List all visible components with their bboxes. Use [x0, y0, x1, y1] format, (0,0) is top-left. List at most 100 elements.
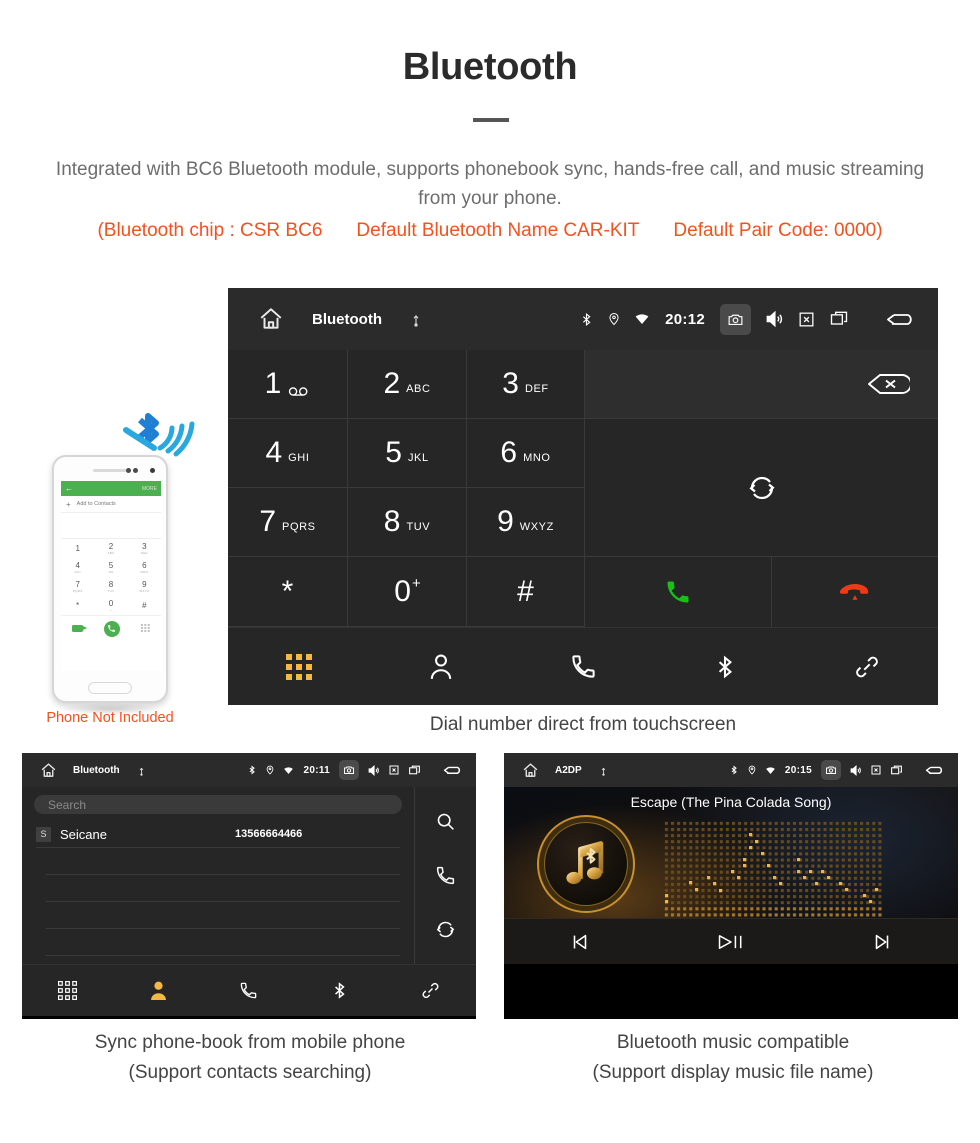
- dial-key-1[interactable]: 1: [228, 350, 348, 419]
- tab-dialpad[interactable]: [22, 981, 113, 1000]
- backspace-icon[interactable]: [866, 372, 910, 396]
- home-icon[interactable]: [258, 306, 284, 332]
- contact-initial-badge: S: [36, 826, 51, 842]
- dial-key-3[interactable]: 3 DEF: [467, 350, 585, 419]
- phone-hangup-icon: [839, 583, 871, 601]
- search-placeholder: Search: [48, 797, 87, 812]
- dial-key-6[interactable]: 6 MNO: [467, 419, 585, 488]
- phone-key: 5 JKL: [94, 558, 127, 577]
- volume-icon[interactable]: [367, 764, 380, 777]
- dial-key-star[interactable]: *: [228, 557, 348, 627]
- dial-key-letters: WXYZ: [519, 521, 554, 533]
- dial-key-hash[interactable]: #: [467, 557, 585, 627]
- skip-next-button[interactable]: [807, 931, 958, 953]
- dial-key-digit: 6: [500, 436, 518, 469]
- dial-key-9[interactable]: 9 WXYZ: [467, 488, 585, 557]
- phonebook-side-actions: [414, 787, 476, 964]
- bluetooth-icon: [579, 312, 594, 327]
- recents-icon[interactable]: [408, 764, 421, 777]
- phone-sensor2-icon: [133, 468, 138, 473]
- volume-icon[interactable]: [764, 309, 784, 329]
- phone-key-sub: ABC: [107, 550, 115, 555]
- back-icon[interactable]: [924, 762, 946, 778]
- dial-key-digit: 8: [383, 505, 401, 538]
- dial-key-digit: 4: [265, 436, 283, 469]
- phone-home-button: [88, 682, 132, 694]
- back-icon[interactable]: [442, 762, 464, 778]
- tab-dialpad[interactable]: [228, 653, 370, 680]
- tab-contacts[interactable]: [113, 980, 204, 1001]
- usb-icon: [408, 311, 424, 327]
- plus-icon: +: [66, 499, 71, 509]
- volume-icon[interactable]: [849, 764, 862, 777]
- dial-key-plus: +: [411, 575, 421, 592]
- wifi-icon: [634, 311, 650, 327]
- recents-icon[interactable]: [829, 309, 849, 329]
- phone-key-sub: WXYZ: [139, 588, 150, 593]
- phone-icon[interactable]: [435, 865, 456, 886]
- phone-key-num: 9: [142, 579, 147, 589]
- location-icon: [747, 765, 757, 775]
- dial-key-8[interactable]: 8 TUV: [348, 488, 467, 557]
- phone-key-sub: MNO: [140, 569, 149, 574]
- spec-chip: (Bluetooth chip : CSR BC6: [97, 220, 323, 241]
- dial-key-4[interactable]: 4 GHI: [228, 419, 348, 488]
- dial-key-digit: 3: [502, 367, 519, 400]
- home-icon[interactable]: [522, 762, 539, 779]
- dial-key-letters: DEF: [524, 383, 549, 395]
- contact-row-empty: [46, 929, 400, 956]
- close-box-icon[interactable]: [797, 310, 816, 329]
- skip-previous-button[interactable]: [504, 931, 655, 953]
- play-pause-button[interactable]: [655, 930, 806, 954]
- camera-icon[interactable]: [821, 760, 841, 780]
- head-unit-dialer-screen: Bluetooth 20:12 1 2 ABC 3 DEF 4 GHI 5 JK…: [228, 288, 938, 705]
- phonebook-caption-line1: Sync phone-book from mobile phone: [94, 1032, 406, 1053]
- page-description: Integrated with BC6 Bluetooth module, su…: [55, 159, 925, 209]
- sync-contacts-button[interactable]: [585, 419, 938, 557]
- close-box-icon[interactable]: [870, 764, 882, 776]
- music-body: Escape (The Pina Colada Song): [504, 787, 958, 964]
- call-button[interactable]: [585, 557, 772, 627]
- phone-key-num: *: [76, 600, 80, 610]
- phone-key-num: 5: [108, 560, 114, 570]
- search-input[interactable]: Search: [34, 795, 402, 814]
- phone-key-num: 2: [108, 541, 114, 551]
- phone-key-num: #: [142, 600, 147, 610]
- search-icon[interactable]: [435, 811, 456, 832]
- phone-call-button-icon: [103, 620, 120, 637]
- phone-front-camera-icon: [150, 468, 155, 473]
- statusbar-clock: 20:12: [665, 310, 705, 328]
- tab-bluetooth[interactable]: [654, 654, 796, 680]
- dial-key-5[interactable]: 5 JKL: [348, 419, 467, 488]
- close-box-icon[interactable]: [388, 764, 400, 776]
- bluetooth-icon: [247, 765, 257, 775]
- sync-icon[interactable]: [435, 919, 456, 940]
- end-call-button[interactable]: [772, 557, 938, 627]
- phone-key-num: 1: [75, 543, 80, 553]
- phone-key-num: 7: [75, 579, 80, 589]
- tab-link[interactable]: [385, 981, 476, 1000]
- tab-call-log[interactable]: [204, 981, 295, 1000]
- tab-bluetooth[interactable]: [294, 981, 385, 1000]
- dial-key-0[interactable]: 0 +: [348, 557, 467, 627]
- phone-key: 3 DEF: [128, 539, 161, 558]
- home-icon[interactable]: [40, 762, 57, 779]
- dial-key-letters: GHI: [288, 452, 310, 464]
- dial-key-2[interactable]: 2 ABC: [348, 350, 467, 419]
- phone-call-icon: [664, 578, 692, 606]
- statusbar-title: Bluetooth: [312, 310, 382, 328]
- dial-key-digit: 2: [383, 367, 401, 400]
- contact-row[interactable]: S Seicane 13566664466: [36, 821, 400, 848]
- tab-contacts[interactable]: [370, 653, 512, 681]
- phone-screen: ← MORE + Add to Contacts 1 2 ABC 3 DEF 4 GH…: [61, 481, 161, 671]
- dial-key-digit: 1: [264, 367, 282, 400]
- recents-icon[interactable]: [890, 764, 903, 777]
- dial-key-7[interactable]: 7 PQRS: [228, 488, 348, 557]
- tab-link[interactable]: [796, 654, 938, 680]
- camera-icon[interactable]: [720, 303, 751, 335]
- number-display-field[interactable]: [585, 350, 938, 419]
- camera-icon[interactable]: [339, 760, 359, 780]
- tab-call-log[interactable]: [512, 653, 654, 680]
- back-icon[interactable]: [884, 307, 918, 331]
- dial-key-digit: 0: [394, 574, 411, 608]
